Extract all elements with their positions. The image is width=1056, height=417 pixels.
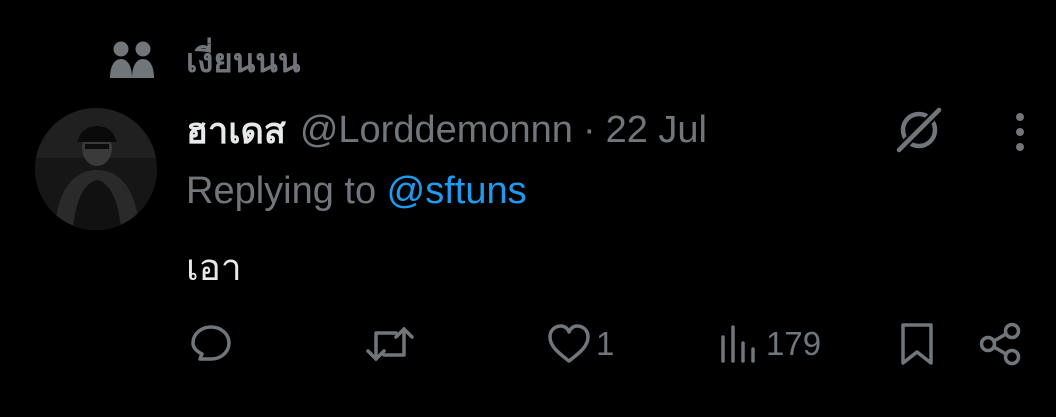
display-name[interactable]: ฮาเดส xyxy=(186,102,286,159)
tweet-header: ฮาเดส @Lorddemonnn · 22 Jul xyxy=(186,104,707,156)
social-context[interactable]: เงี่ยนนน xyxy=(108,30,300,90)
reply-button[interactable] xyxy=(188,318,234,370)
retweet-icon xyxy=(366,321,414,367)
tweet-text: เอา xyxy=(186,246,242,289)
reply-icon xyxy=(188,321,234,367)
bookmark-button[interactable] xyxy=(896,318,938,370)
heart-icon xyxy=(546,321,592,367)
avatar[interactable] xyxy=(35,108,157,230)
people-icon xyxy=(108,40,156,80)
views-count: 179 xyxy=(766,325,822,362)
replying-to: Replying to @sftuns xyxy=(186,170,527,213)
replying-prefix: Replying to xyxy=(186,170,387,212)
retweet-button[interactable] xyxy=(366,318,414,370)
views-icon xyxy=(718,321,762,367)
share-icon xyxy=(976,321,1024,367)
share-button[interactable] xyxy=(976,318,1024,370)
more-options-icon[interactable] xyxy=(1006,110,1034,154)
bookmark-icon xyxy=(896,321,938,367)
like-button[interactable]: 1 xyxy=(546,318,614,370)
social-context-text: เงี่ยนนน xyxy=(186,40,301,80)
user-handle[interactable]: @Lorddemonnn xyxy=(300,109,573,152)
views-button[interactable]: 179 xyxy=(718,318,821,370)
separator-dot: · xyxy=(582,108,596,151)
grok-icon[interactable] xyxy=(892,103,946,157)
like-count: 1 xyxy=(596,325,615,362)
replying-to-mention[interactable]: @sftuns xyxy=(387,170,527,212)
timestamp[interactable]: 22 Jul xyxy=(606,109,707,152)
